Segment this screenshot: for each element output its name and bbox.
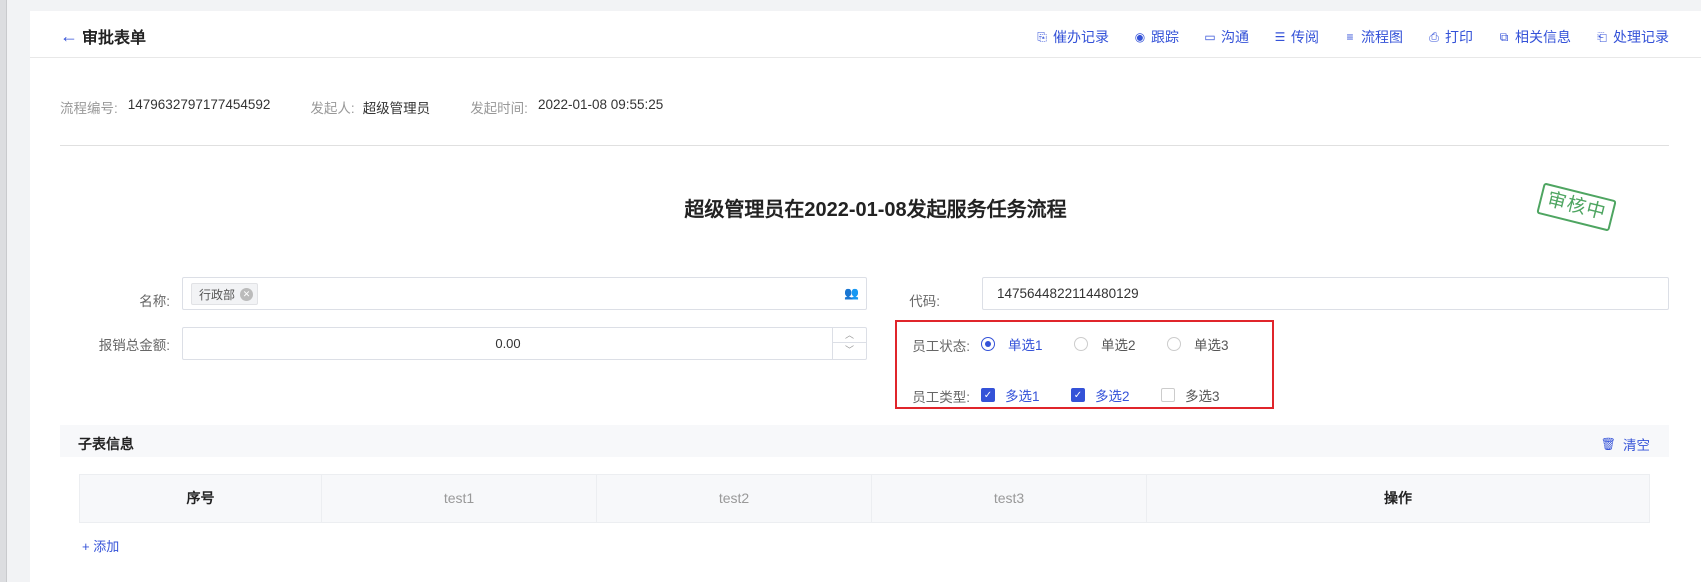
type-option-1[interactable]: ✓ 多选1 [981, 385, 1040, 405]
track-label: 跟踪 [1151, 29, 1179, 45]
communicate-icon: ▭ [1204, 30, 1216, 44]
clear-label: 清空 [1623, 438, 1650, 453]
urge-record-label: 催办记录 [1053, 29, 1109, 45]
track-icon: ◉ [1134, 30, 1146, 44]
communicate-label: 沟通 [1221, 29, 1249, 45]
clear-button[interactable]: 🗑 清空 [1601, 434, 1650, 454]
form-title: 超级管理员在2022-01-08发起服务任务流程 [684, 199, 1067, 221]
employee-type-label: 员工类型: [912, 390, 970, 405]
subtable: 序号 test1 test2 test3 操作 [79, 474, 1650, 523]
column-header-index: 序号 [80, 475, 322, 522]
type-option-2-label: 多选2 [1095, 389, 1130, 404]
back-button[interactable]: ← 审批表单 [60, 24, 146, 48]
related-info-label: 相关信息 [1515, 29, 1571, 45]
initiator-label: 发起人: [310, 101, 355, 116]
process-record-label: 处理记录 [1613, 29, 1669, 45]
status-option-1-label: 单选1 [1008, 338, 1043, 353]
radio-unchecked-icon [1167, 337, 1181, 351]
forward-label: 传阅 [1291, 29, 1319, 45]
tag-close-icon[interactable]: ✕ [240, 287, 254, 301]
time-label: 发起时间: [470, 101, 528, 116]
column-header-test3: test3 [872, 475, 1147, 522]
approval-form-card: ← 审批表单 ⎘ 催办记录 ◉ 跟踪 ▭ 沟通 ☰ 传阅 ≡ 流程图 ⎙ 打印 … [30, 11, 1701, 582]
page-title: 审批表单 [82, 30, 147, 47]
decrease-icon[interactable]: ﹀ [833, 343, 866, 358]
urge-record-icon: ⎘ [1037, 29, 1047, 44]
toolbar: ⎘ 催办记录 ◉ 跟踪 ▭ 沟通 ☰ 传阅 ≡ 流程图 ⎙ 打印 ⧉ 相关信息 … [1035, 27, 1669, 47]
code-label: 代码: [909, 294, 940, 309]
trash-icon: 🗑 [1600, 437, 1616, 451]
status-option-3-label: 单选3 [1194, 338, 1229, 353]
initiator-value: 超级管理员 [362, 101, 431, 116]
forward-icon: ☰ [1274, 30, 1286, 44]
print-label: 打印 [1445, 29, 1473, 45]
radio-checked-icon [981, 337, 995, 351]
process-record-button[interactable]: ⎗ 处理记录 [1595, 27, 1669, 47]
time-value: 2022-01-08 09:55:25 [537, 97, 664, 112]
subtable-title: 子表信息 [78, 436, 134, 452]
type-option-1-label: 多选1 [1005, 389, 1040, 404]
department-tag-label: 行政部 [199, 287, 236, 302]
track-button[interactable]: ◉ 跟踪 [1133, 27, 1179, 47]
employee-status-label: 员工状态: [912, 339, 970, 354]
column-header-test2: test2 [597, 475, 872, 522]
department-tag: 行政部 ✕ [191, 283, 259, 305]
name-field[interactable]: 行政部 ✕ 👥 [182, 277, 867, 310]
flow-no-label: 流程编号: [60, 101, 118, 116]
status-stamp: 审核中 [1536, 182, 1617, 232]
related-info-button[interactable]: ⧉ 相关信息 [1497, 27, 1571, 47]
radio-unchecked-icon [1074, 337, 1088, 351]
add-row-button[interactable]: + 添加 [82, 536, 119, 555]
status-option-1[interactable]: 单选1 [981, 334, 1043, 354]
code-field[interactable]: 1475644822114480129 [982, 277, 1669, 310]
amount-stepper[interactable]: ︿ ﹀ [832, 328, 866, 359]
amount-label: 报销总金额: [98, 338, 170, 353]
print-icon: ⎙ [1429, 29, 1439, 44]
type-option-3[interactable]: 多选3 [1161, 385, 1220, 405]
column-header-test1: test1 [322, 475, 597, 522]
name-label: 名称: [139, 294, 170, 309]
flow-no-value: 1479632797177454592 [127, 97, 271, 112]
urge-record-button[interactable]: ⎘ 催办记录 [1035, 27, 1109, 47]
status-option-3[interactable]: 单选3 [1167, 334, 1229, 354]
related-info-icon: ⧉ [1499, 29, 1509, 44]
print-button[interactable]: ⎙ 打印 [1427, 27, 1473, 47]
communicate-button[interactable]: ▭ 沟通 [1203, 27, 1249, 47]
increase-icon[interactable]: ︿ [833, 328, 866, 343]
left-sidebar-edge [0, 0, 7, 582]
status-option-2[interactable]: 单选2 [1074, 334, 1136, 354]
code-value: 1475644822114480129 [997, 286, 1139, 301]
forward-button[interactable]: ☰ 传阅 [1273, 27, 1319, 47]
amount-value: 0.00 [495, 336, 521, 351]
type-option-3-label: 多选3 [1185, 389, 1220, 404]
subtable-header: 子表信息 🗑 清空 [60, 425, 1669, 457]
user-select-icon[interactable]: 👥 [844, 286, 859, 300]
process-record-icon: ⎗ [1597, 29, 1607, 44]
checkbox-unchecked-icon [1161, 388, 1175, 402]
flowchart-icon: ≡ [1346, 30, 1354, 44]
column-header-actions: 操作 [1384, 490, 1412, 506]
flow-meta: 流程编号: 1479632797177454592 发起人: 超级管理员 发起时… [60, 97, 703, 117]
checkbox-checked-icon: ✓ [1071, 388, 1085, 402]
header-bar: ← 审批表单 ⎘ 催办记录 ◉ 跟踪 ▭ 沟通 ☰ 传阅 ≡ 流程图 ⎙ 打印 … [30, 11, 1701, 58]
amount-field[interactable]: 0.00 ︿ ﹀ [182, 327, 867, 360]
divider [60, 145, 1669, 146]
type-option-2[interactable]: ✓ 多选2 [1071, 385, 1130, 405]
checkbox-checked-icon: ✓ [981, 388, 995, 402]
flowchart-label: 流程图 [1361, 29, 1403, 45]
flowchart-button[interactable]: ≡ 流程图 [1343, 27, 1403, 47]
status-option-2-label: 单选2 [1101, 338, 1136, 353]
back-arrow-icon: ← [60, 26, 78, 46]
